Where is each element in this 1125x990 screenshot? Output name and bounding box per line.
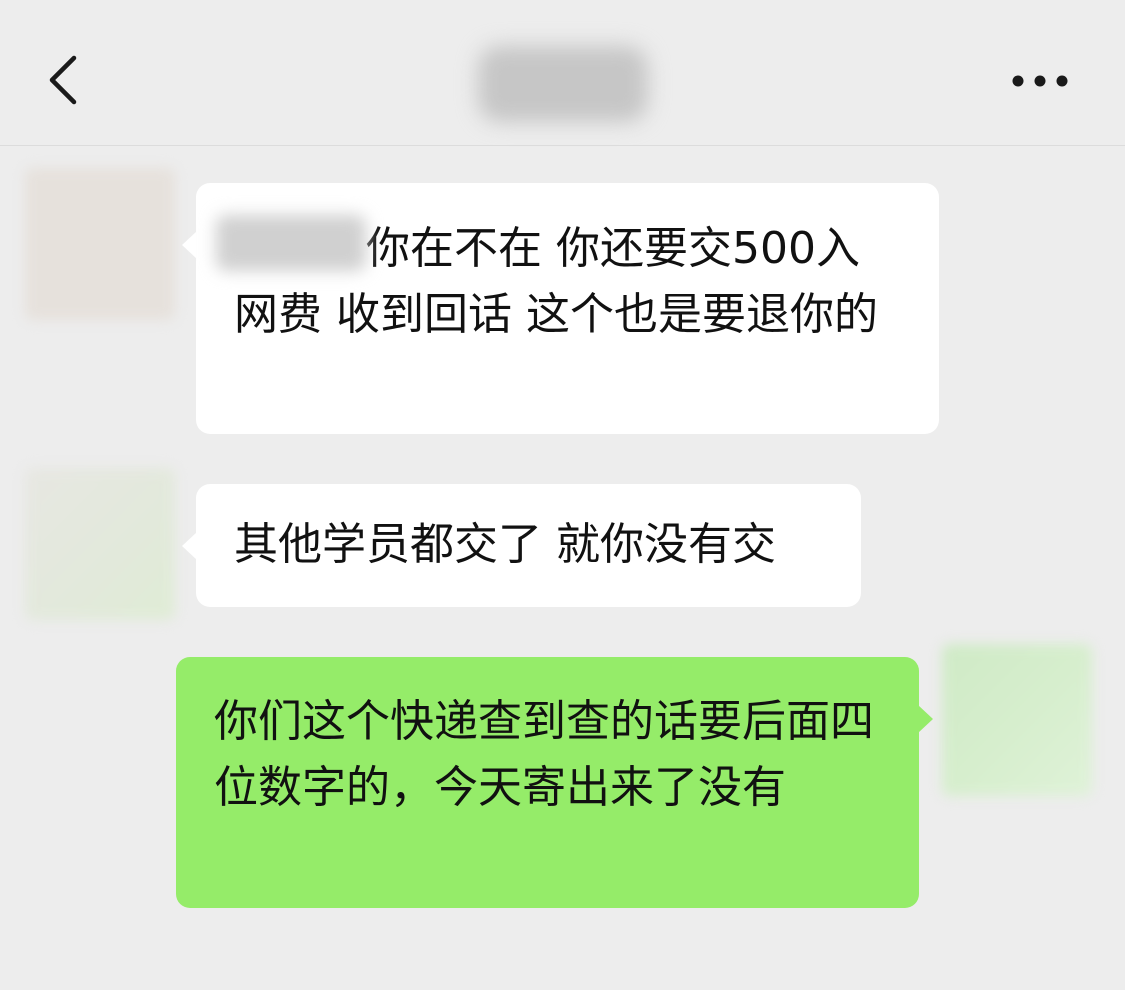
- redacted-name: [216, 215, 366, 271]
- message-bubble-incoming[interactable]: 你在不在 你还要交500入网费 收到回话 这个也是要退你的: [182, 183, 939, 434]
- self-avatar[interactable]: [942, 644, 1092, 796]
- more-options-button[interactable]: [1000, 60, 1080, 100]
- message-text: 其他学员都交了 就你没有交: [234, 519, 776, 570]
- back-button[interactable]: [36, 48, 96, 112]
- more-dots-icon: [1012, 75, 1068, 87]
- chat-title-redacted: [478, 46, 648, 122]
- message-text: 你们这个快递查到查的话要后面四位数字的，今天寄出来了没有: [214, 696, 874, 813]
- message-bubble-incoming[interactable]: 其他学员都交了 就你没有交: [182, 484, 861, 607]
- contact-avatar[interactable]: [25, 168, 175, 320]
- contact-avatar[interactable]: [25, 468, 175, 620]
- chevron-left-icon: [49, 55, 77, 105]
- chat-header: [0, 0, 1125, 146]
- message-bubble-outgoing[interactable]: 你们这个快递查到查的话要后面四位数字的，今天寄出来了没有: [176, 657, 933, 908]
